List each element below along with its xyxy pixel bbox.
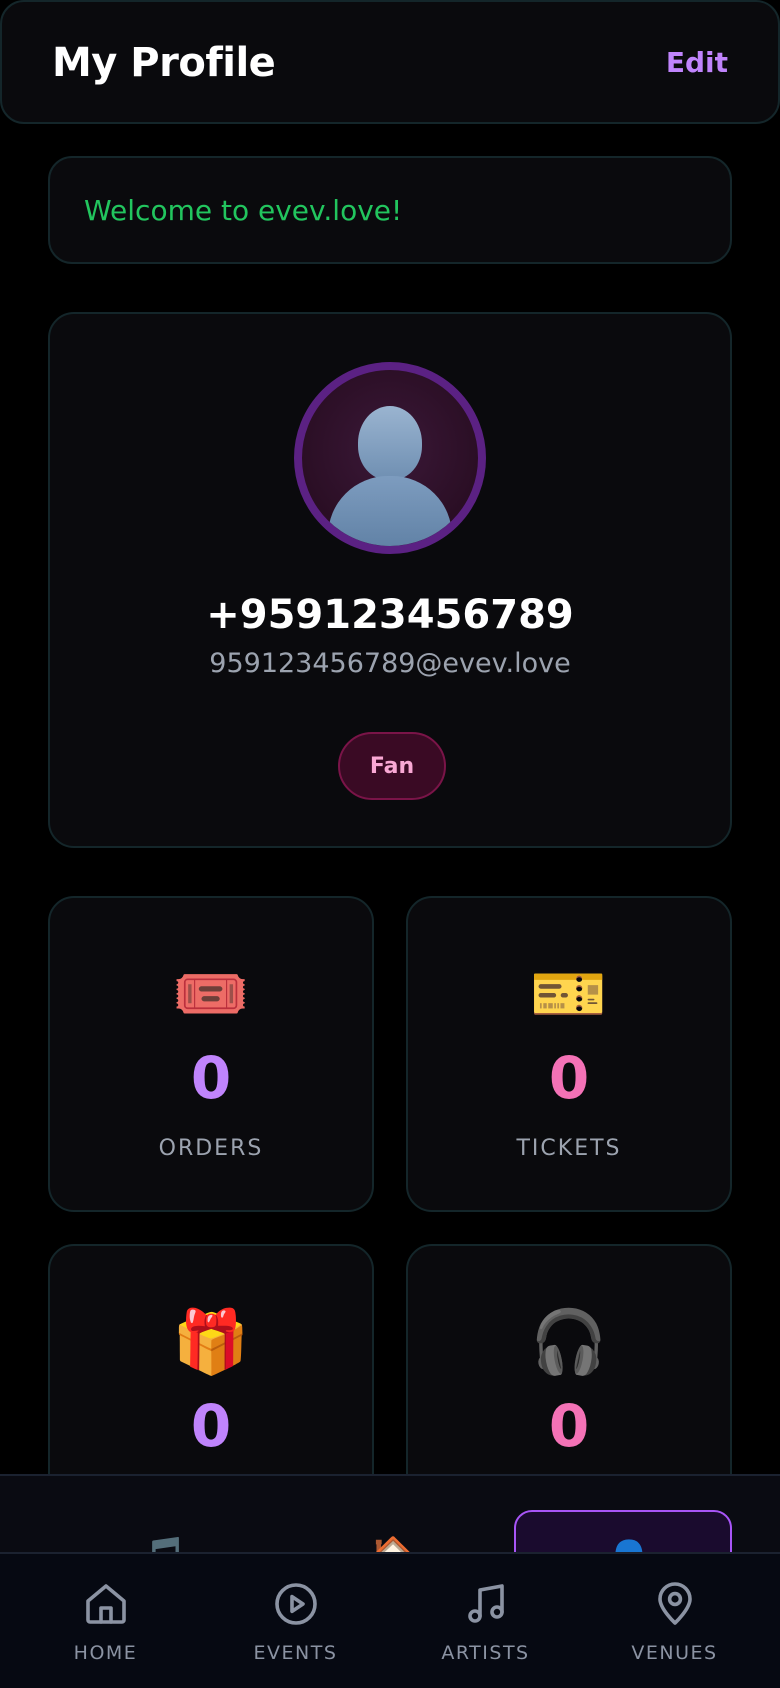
headphones-icon: 🎧 [530, 1305, 608, 1378]
gift-icon: 🎁 [172, 1305, 250, 1378]
admit-one-ticket-icon: 🎟️ [172, 957, 250, 1030]
gifts-count: 0 [190, 1392, 232, 1460]
welcome-banner: Welcome to evev.love! [48, 156, 732, 264]
orders-count: 0 [190, 1044, 232, 1112]
play-circle-icon [274, 1583, 317, 1625]
profile-card: +959123456789 959123456789@evev.love Fan [48, 312, 732, 848]
phone-number: +959123456789 [206, 592, 574, 638]
concert-ticket-icon: 🎫 [530, 957, 608, 1030]
edit-button[interactable]: Edit [666, 46, 728, 79]
tab-venues-label: VENUES [631, 1642, 718, 1664]
bottom-tab-bar: HOME EVENTS ARTISTS VENUES [0, 1552, 780, 1688]
page-title: My Profile [52, 40, 276, 86]
role-badge: Fan [338, 732, 446, 800]
avatar[interactable] [294, 362, 486, 554]
header-bar: My Profile Edit [0, 0, 780, 124]
music-count: 0 [548, 1392, 590, 1460]
person-silhouette-body [328, 476, 452, 546]
home-icon [85, 1584, 126, 1624]
tab-artists[interactable]: ARTISTS [388, 1554, 583, 1688]
map-pin-icon [657, 1582, 692, 1625]
stat-card-tickets[interactable]: 🎫 0 TICKETS [406, 896, 732, 1212]
email-address: 959123456789@evev.love [209, 648, 571, 679]
stat-card-orders[interactable]: 🎟️ 0 ORDERS [48, 896, 374, 1212]
tab-events-label: EVENTS [253, 1642, 338, 1664]
music-note-icon [467, 1584, 504, 1623]
tickets-label: TICKETS [516, 1136, 622, 1161]
profile-screen: My Profile Edit Welcome to evev.love! +9… [0, 0, 780, 1688]
tab-home-label: HOME [73, 1642, 138, 1664]
orders-label: ORDERS [158, 1136, 264, 1161]
welcome-message: Welcome to evev.love! [84, 194, 403, 227]
tickets-count: 0 [548, 1044, 590, 1112]
person-silhouette-icon [358, 406, 422, 480]
tab-venues[interactable]: VENUES [577, 1554, 772, 1688]
tab-events[interactable]: EVENTS [198, 1554, 393, 1688]
tab-home[interactable]: HOME [8, 1554, 203, 1688]
tab-artists-label: ARTISTS [441, 1642, 530, 1664]
